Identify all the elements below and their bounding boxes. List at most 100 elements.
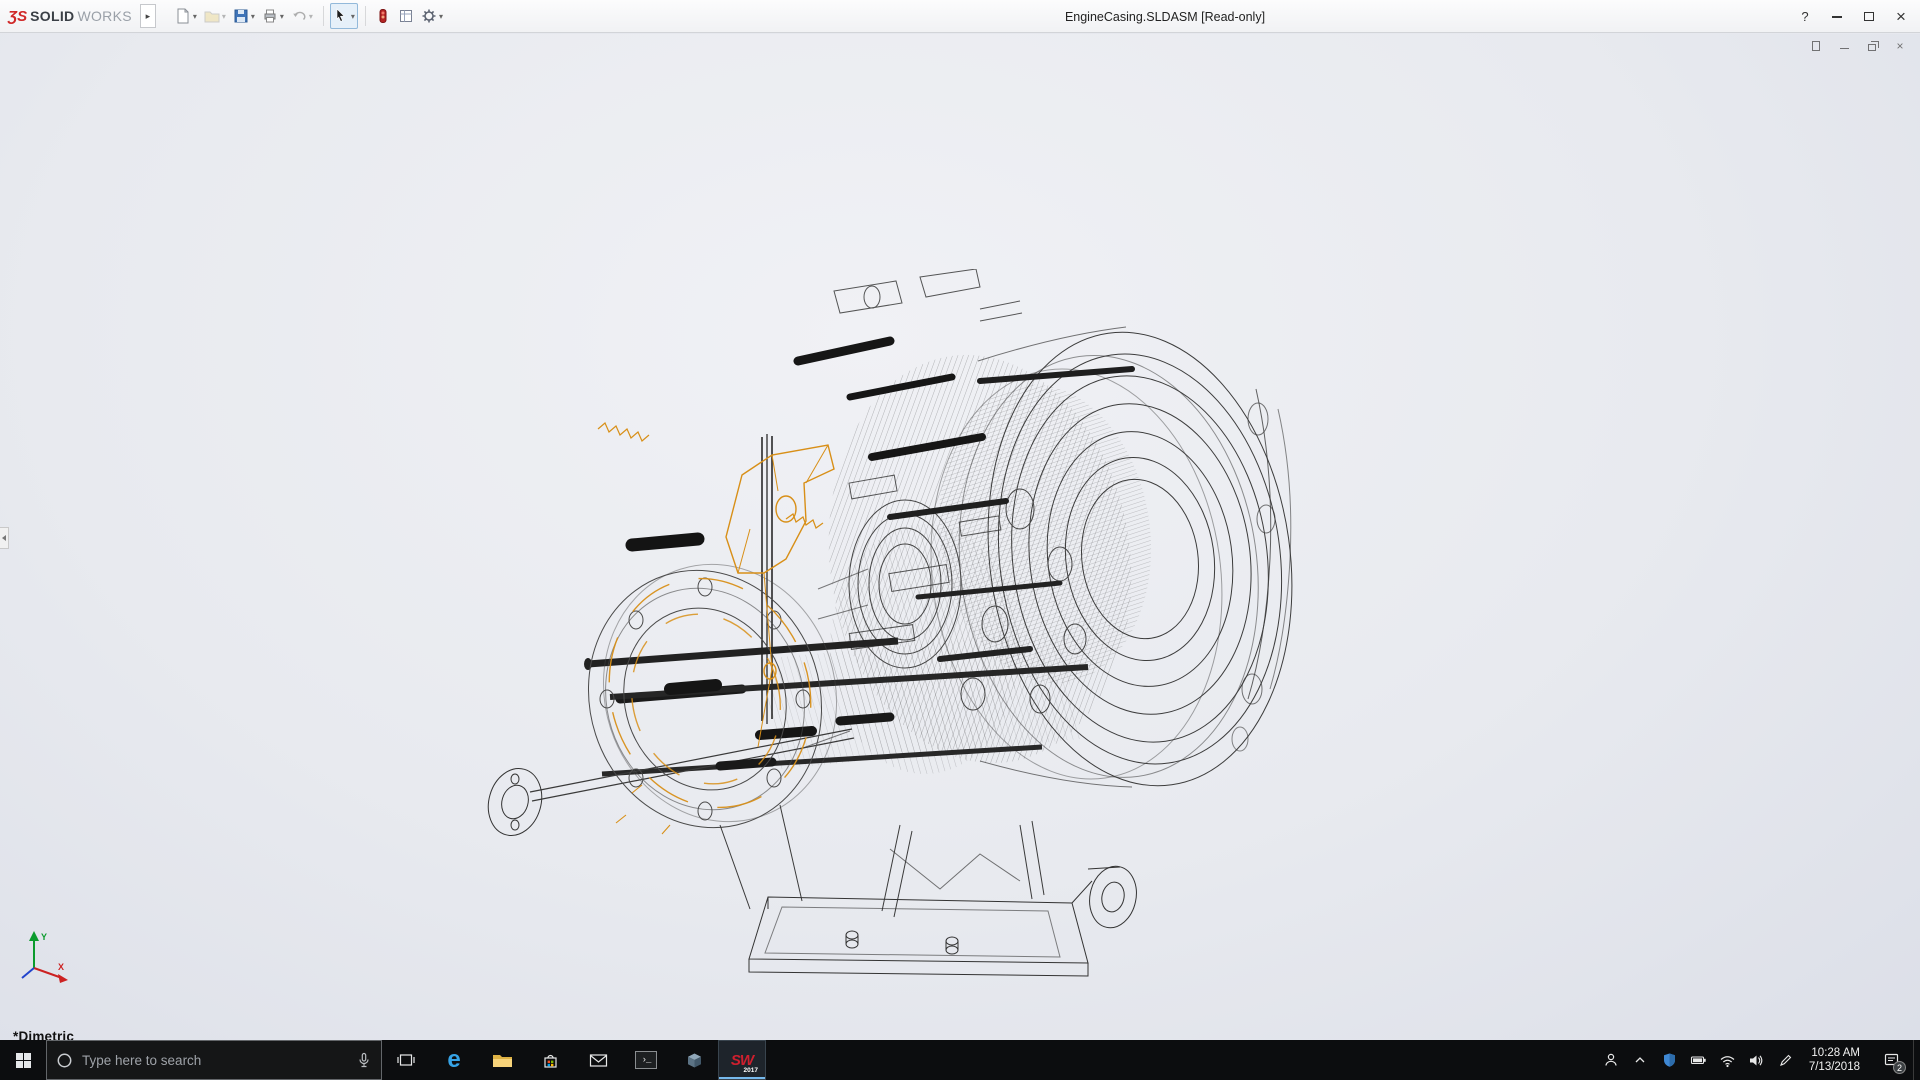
rebuild-button[interactable] (372, 3, 394, 29)
open-button[interactable]: ▾ (201, 3, 229, 29)
open-folder-icon (204, 8, 220, 24)
network-button[interactable] (1713, 1040, 1742, 1080)
wifi-icon (1719, 1053, 1736, 1068)
open-dropdown[interactable]: ▾ (222, 12, 226, 21)
microphone-icon[interactable] (356, 1052, 372, 1069)
hidden-icons-button[interactable] (1626, 1040, 1655, 1080)
new-document-button[interactable]: ▾ (172, 3, 200, 29)
menu-expand-button[interactable]: ▸ (140, 4, 156, 28)
document-icon (1812, 41, 1820, 51)
document-title: EngineCasing.SLDASM [Read-only] (1065, 0, 1265, 33)
people-button[interactable] (1597, 1040, 1626, 1080)
feet-and-legs (481, 762, 1142, 932)
document-restore-button[interactable] (1864, 38, 1880, 53)
feature-panel-collapse-handle[interactable] (0, 527, 9, 549)
rebuild-stoplight-icon (375, 8, 391, 24)
maximize-icon (1864, 12, 1874, 21)
x-axis-label: X (58, 962, 64, 972)
y-axis-arrow-icon (29, 931, 39, 941)
file-explorer-button[interactable] (478, 1040, 526, 1080)
mail-envelope-icon (589, 1053, 608, 1068)
windows-logo-icon (15, 1052, 32, 1069)
print-dropdown[interactable]: ▾ (280, 12, 284, 21)
security-button[interactable] (1655, 1040, 1684, 1080)
properties-button[interactable] (395, 3, 417, 29)
mail-button[interactable] (574, 1040, 622, 1080)
base-plate (749, 897, 1088, 976)
battery-icon (1690, 1052, 1707, 1068)
edge-browser-button[interactable]: e (430, 1040, 478, 1080)
undo-icon (291, 8, 307, 24)
select-arrow-icon (333, 8, 349, 24)
command-prompt-button[interactable]: ›_ (622, 1040, 670, 1080)
orientation-triad: Y X (16, 926, 78, 992)
y-axis-label: Y (41, 932, 47, 942)
close-icon: × (1896, 39, 1903, 53)
volume-button[interactable] (1742, 1040, 1771, 1080)
select-tool-button[interactable]: ▾ (330, 3, 358, 29)
store-button[interactable] (526, 1040, 574, 1080)
save-dropdown[interactable]: ▾ (251, 12, 255, 21)
maximize-button[interactable] (1854, 4, 1884, 30)
minimize-button[interactable] (1822, 4, 1852, 30)
file-explorer-icon (492, 1052, 513, 1069)
cad-cube-icon (686, 1052, 703, 1069)
start-button[interactable] (0, 1040, 46, 1080)
select-tool-dropdown[interactable]: ▾ (351, 12, 355, 21)
edge-icon: e (447, 1046, 460, 1074)
taskbar-clock[interactable]: 10:28 AM 7/13/2018 (1800, 1040, 1869, 1080)
toolbar-separator (323, 6, 324, 26)
clock-date: 7/13/2018 (1809, 1060, 1860, 1074)
solidworks-app-button[interactable]: SW 2017 (718, 1040, 766, 1080)
new-document-dropdown[interactable]: ▾ (193, 12, 197, 21)
notification-badge: 2 (1893, 1061, 1906, 1074)
dassault-logo-icon: ƷS (8, 8, 27, 25)
minimize-icon (1840, 48, 1849, 50)
battery-button[interactable] (1684, 1040, 1713, 1080)
solidworks-icon: SW 2017 (727, 1046, 757, 1074)
solidworks-titlebar: ƷS SOLIDWORKS ▸ ▾ ▾ (0, 0, 1920, 33)
view-orientation-label: *Dimetric (13, 1029, 74, 1040)
chevron-up-icon (1633, 1054, 1647, 1066)
toolbar-separator (365, 6, 366, 26)
top-fittings (834, 269, 1022, 321)
options-button[interactable]: ▾ (418, 3, 446, 29)
task-view-button[interactable] (382, 1040, 430, 1080)
window-controls: ? × (1790, 0, 1916, 33)
taskbar-spacer (766, 1040, 1597, 1080)
brand-solid-text: SOLID (30, 8, 74, 24)
close-button[interactable]: × (1886, 4, 1916, 30)
cad-viewer-button[interactable] (670, 1040, 718, 1080)
new-document-icon (175, 8, 191, 24)
search-input[interactable] (82, 1053, 347, 1068)
save-icon (233, 8, 249, 24)
taskbar-search[interactable] (46, 1040, 382, 1080)
properties-sheet-icon (398, 8, 414, 24)
windows-ink-button[interactable] (1771, 1040, 1800, 1080)
help-button[interactable]: ? (1790, 4, 1820, 30)
print-button[interactable]: ▾ (259, 3, 287, 29)
document-menu-button[interactable] (1808, 38, 1824, 53)
cad-model-wireframe[interactable] (420, 269, 1320, 1040)
minimize-icon (1832, 16, 1842, 18)
action-center-button[interactable]: 2 (1869, 1040, 1913, 1080)
x-axis-arrow-icon (58, 974, 68, 983)
save-button[interactable]: ▾ (230, 3, 258, 29)
restore-icon (1868, 44, 1876, 51)
solidworks-brand: ƷS SOLIDWORKS (8, 8, 140, 25)
undo-dropdown[interactable]: ▾ (309, 12, 313, 21)
document-close-button[interactable]: × (1892, 38, 1908, 53)
undo-button[interactable]: ▾ (288, 3, 316, 29)
document-minimize-button[interactable] (1836, 38, 1852, 53)
store-bag-icon (542, 1052, 559, 1069)
defender-shield-icon (1662, 1052, 1677, 1068)
pen-icon (1778, 1053, 1793, 1068)
speaker-icon (1748, 1053, 1764, 1068)
screen: ƷS SOLIDWORKS ▸ ▾ ▾ (0, 0, 1920, 1080)
graphics-viewport[interactable]: × (0, 34, 1920, 1040)
flyout-right-icon: ▸ (146, 11, 151, 22)
brand-works-text: WORKS (77, 8, 131, 24)
options-dropdown[interactable]: ▾ (439, 12, 443, 21)
windows-taskbar: e ›_ (0, 1040, 1920, 1080)
show-desktop-button[interactable] (1913, 1040, 1920, 1080)
